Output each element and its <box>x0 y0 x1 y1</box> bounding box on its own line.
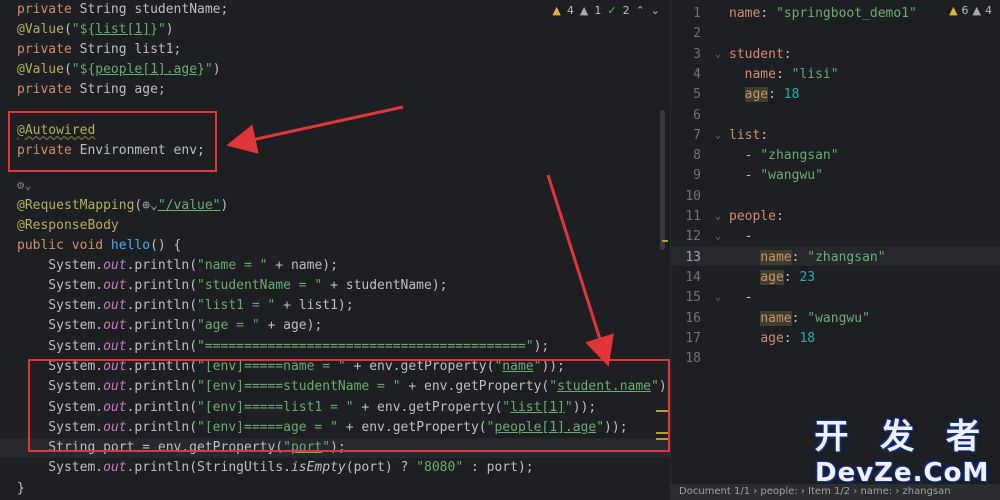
watermark-en: DevZe.CoM <box>814 458 990 488</box>
watermark-logo: 开 发 者 DevZe.CoM <box>814 409 990 488</box>
watermark-cn: 开 发 者 <box>814 417 990 457</box>
arrow-to-autowired <box>226 105 404 154</box>
arrow-to-getproperty <box>546 174 614 367</box>
